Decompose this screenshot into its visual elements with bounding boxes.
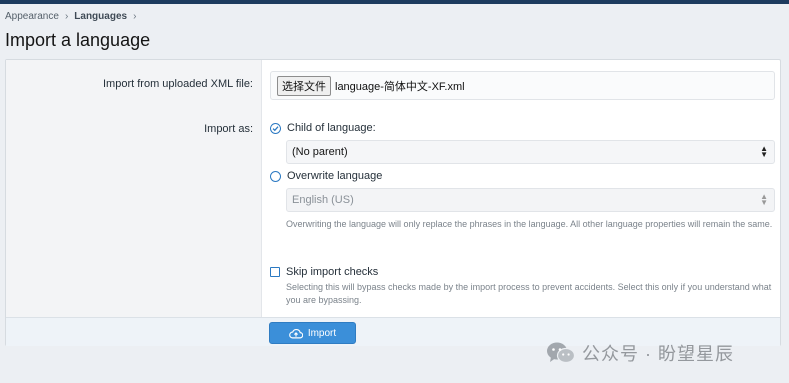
breadcrumb-item-appearance[interactable]: Appearance [5, 11, 59, 22]
parent-language-select[interactable]: (No parent) ▲ ▼ [286, 140, 775, 164]
child-of-language-radio[interactable]: Child of language: [270, 122, 376, 134]
file-upload-field[interactable]: 选择文件 language-简体中文-XF.xml [270, 71, 775, 100]
overwrite-language-radio[interactable]: Overwrite language [270, 170, 382, 182]
skip-import-checks-checkbox[interactable]: Skip import checks [270, 266, 378, 278]
label-column: Import from uploaded XML file: Import as… [6, 60, 262, 317]
breadcrumb-separator: › [64, 11, 69, 22]
radio-checked-icon[interactable] [270, 122, 281, 134]
import-button[interactable]: Import [269, 322, 356, 344]
checkbox-unchecked-icon[interactable] [270, 267, 280, 277]
overwrite-language-value: English (US) [292, 194, 354, 206]
overwrite-language-label: Overwrite language [287, 170, 383, 182]
import-button-label: Import [307, 327, 337, 339]
child-of-language-label: Child of language: [287, 122, 376, 134]
breadcrumb-separator: › [133, 11, 137, 22]
overwrite-language-select[interactable]: English (US) ▲ ▼ [286, 188, 775, 212]
upload-label: Import from uploaded XML file: [103, 78, 253, 90]
top-bar [0, 0, 789, 4]
radio-unchecked-icon[interactable] [270, 170, 281, 182]
watermark-text: 公众号 · 盼望星辰 [582, 344, 734, 364]
import-form-panel: Import from uploaded XML file: Import as… [5, 59, 781, 346]
page-title: Import a language [5, 30, 151, 50]
upload-cloud-icon [289, 328, 303, 339]
breadcrumb: Appearance › Languages › [5, 11, 136, 22]
skip-import-checks-label: Skip import checks [286, 266, 379, 278]
watermark: 公众号 · 盼望星辰 [546, 340, 734, 366]
wechat-icon [546, 341, 576, 365]
breadcrumb-item-languages[interactable]: Languages [74, 11, 127, 22]
select-arrows-icon: ▲ ▼ [760, 144, 768, 159]
choose-file-button[interactable]: 选择文件 [277, 75, 331, 96]
overwrite-hint: Overwriting the language will only repla… [286, 219, 773, 229]
parent-language-value: (No parent) [292, 146, 348, 158]
import-as-label: Import as: [204, 123, 253, 135]
skip-checks-hint: Selecting this will bypass checks made b… [286, 282, 772, 305]
select-arrows-icon: ▲ ▼ [760, 192, 768, 207]
file-name: language-简体中文-XF.xml [335, 80, 465, 93]
